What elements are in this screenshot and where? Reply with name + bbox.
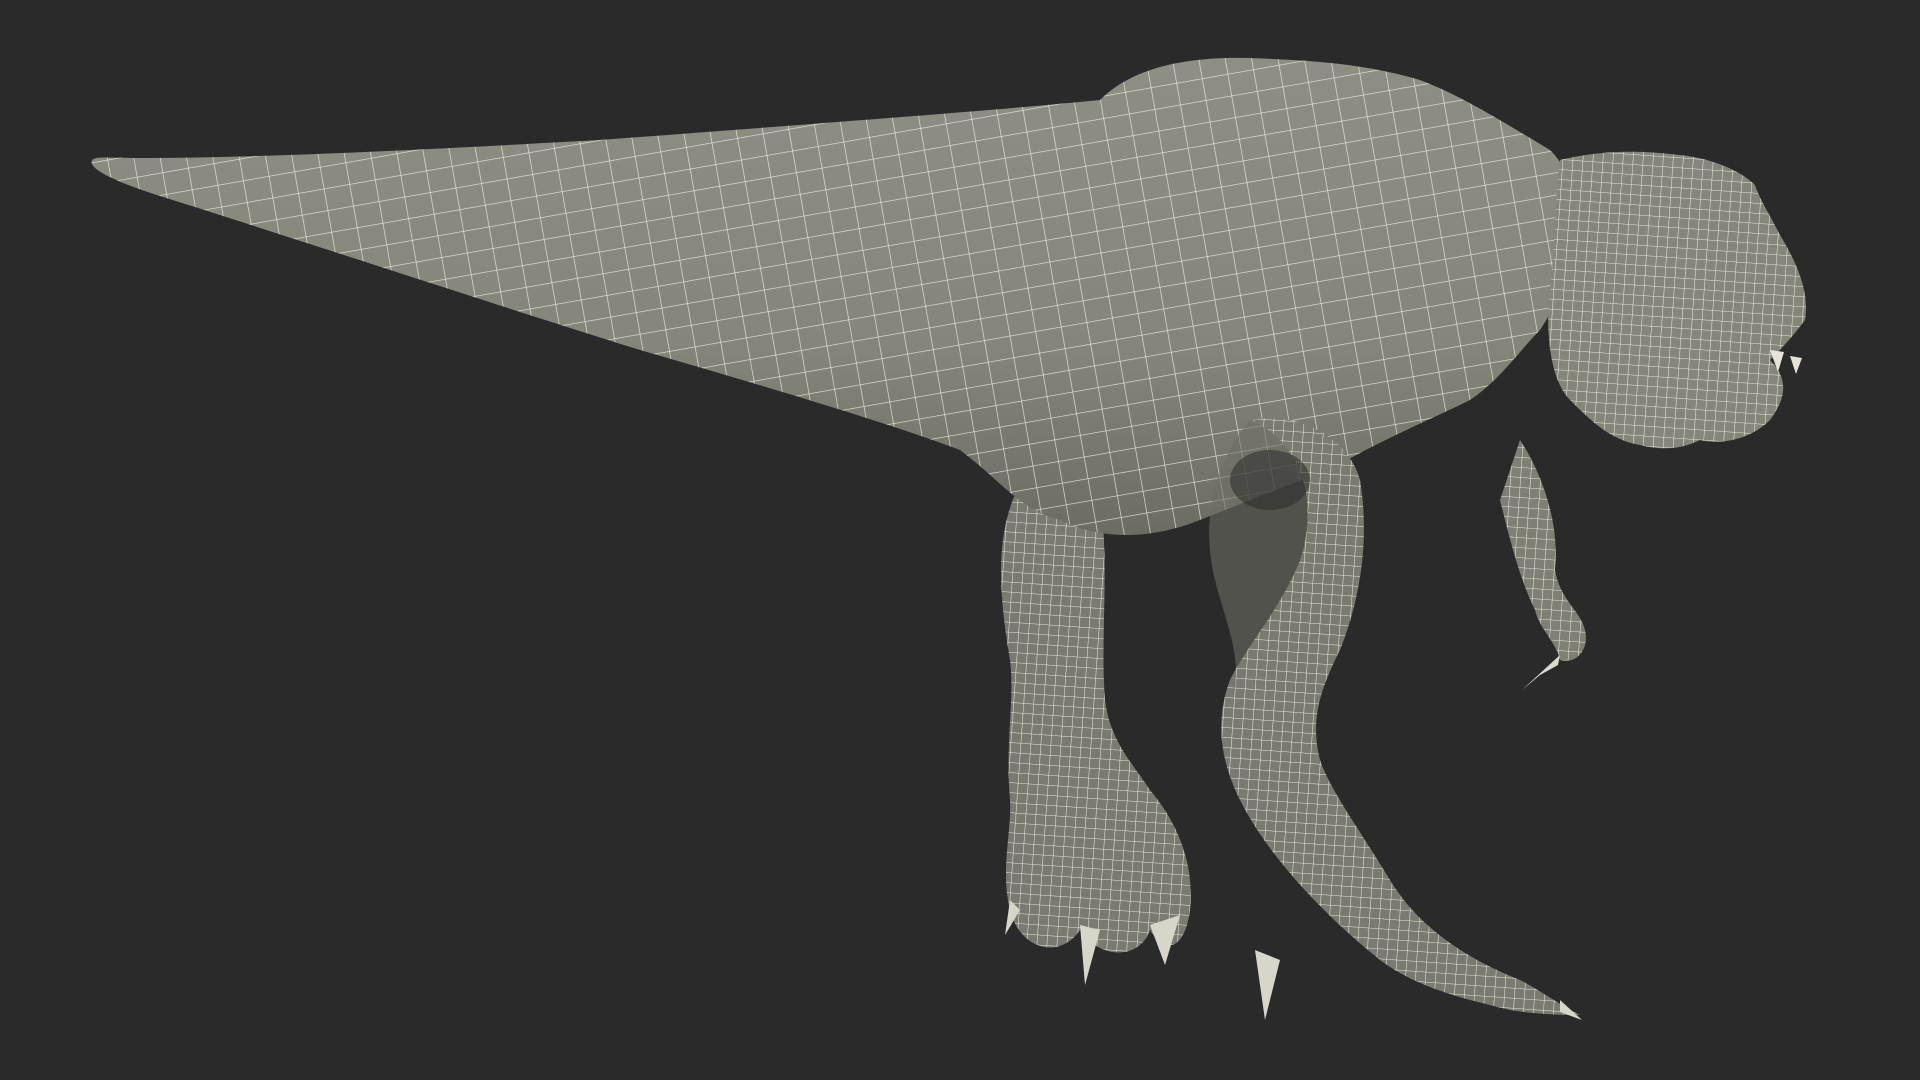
render-viewport <box>0 0 1920 1080</box>
leg-gap-shadow <box>1230 450 1310 510</box>
arm <box>1500 440 1586 690</box>
far-leg <box>1001 470 1191 985</box>
dinosaur-wireframe-model <box>91 57 1806 1020</box>
head <box>1548 151 1806 449</box>
